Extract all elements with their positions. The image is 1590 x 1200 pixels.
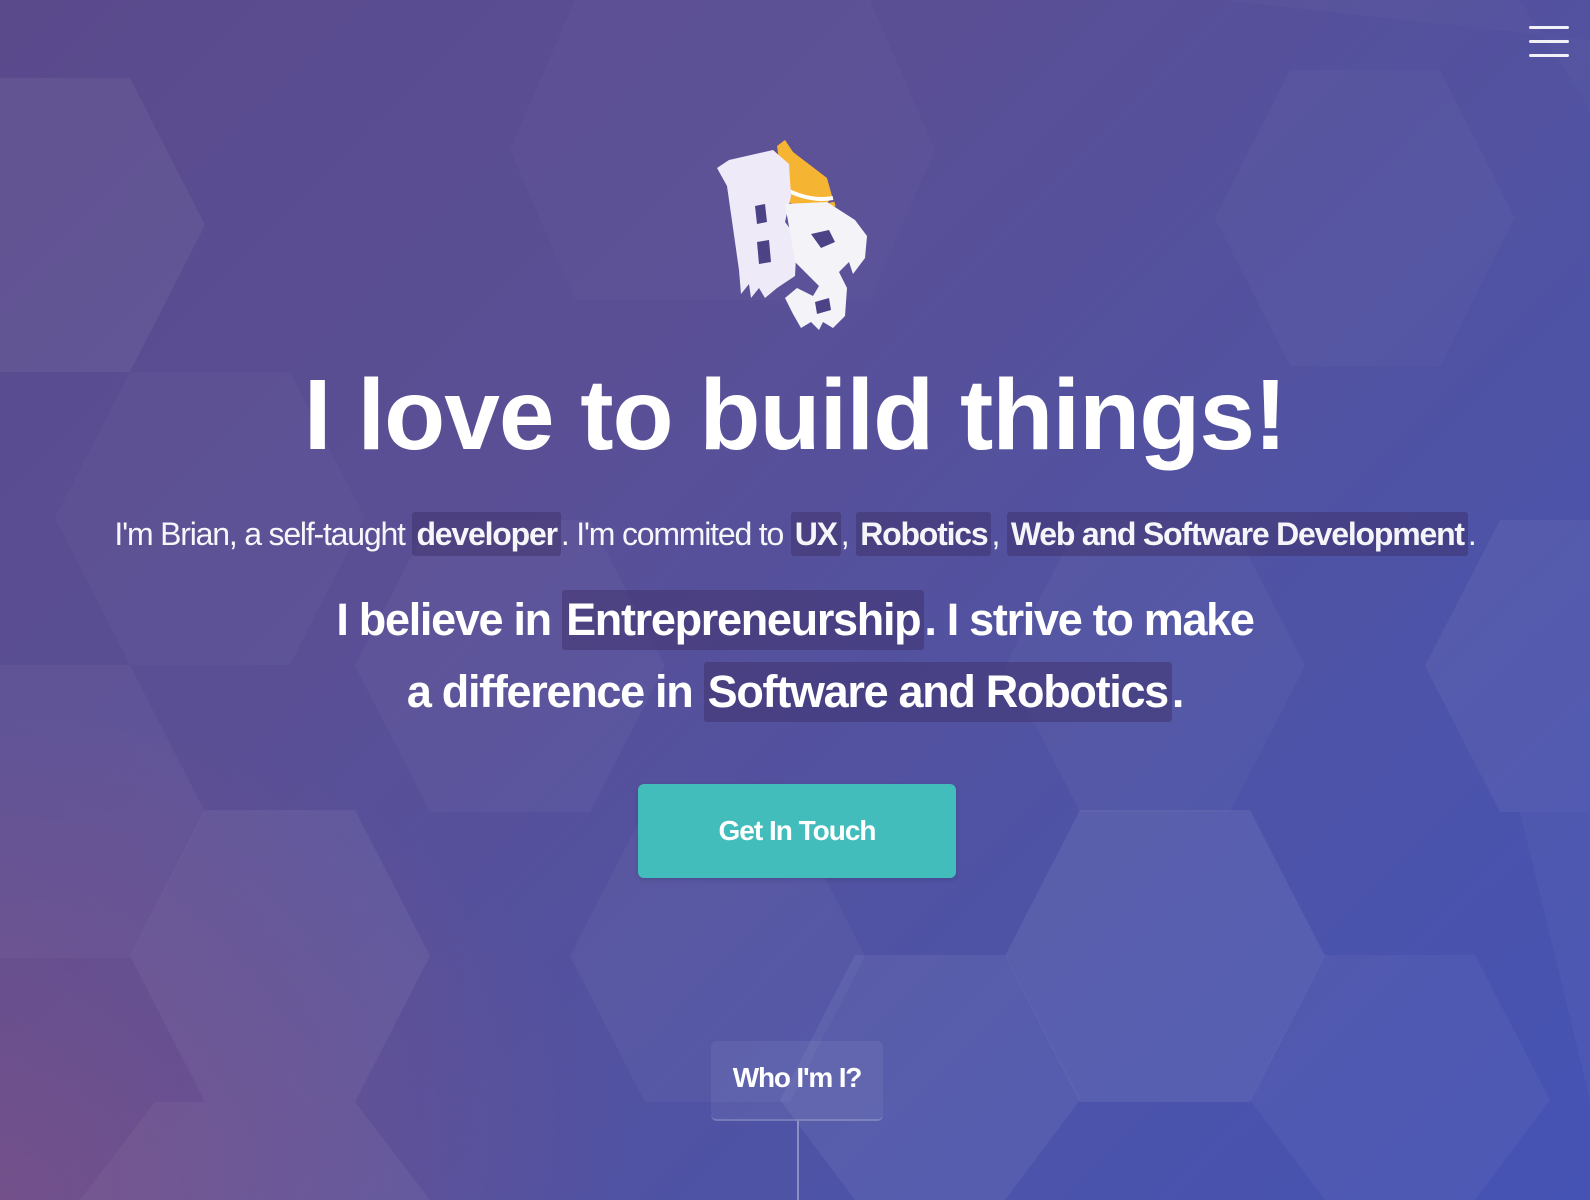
intro-sep-2: ,: [991, 516, 1007, 552]
belief-prefix: I believe in: [336, 594, 563, 645]
hero-headline: I love to build things!: [303, 359, 1287, 471]
belief-mid: . I strive to make: [924, 594, 1255, 645]
intro-mid: . I'm commited to: [560, 516, 791, 552]
belief-suffix: .: [1171, 666, 1185, 717]
hero-belief: I believe in Entrepreneurship. I strive …: [0, 584, 1590, 728]
intro-role-highlight: developer: [412, 512, 561, 556]
who-am-i-button[interactable]: Who I'm I?: [711, 1041, 883, 1121]
belief-line2-prefix: a difference in: [406, 666, 704, 717]
belief-entrepreneurship: Entrepreneurship: [562, 590, 925, 650]
menu-bar-top: [1529, 26, 1569, 29]
hamburger-menu-icon[interactable]: [1529, 24, 1569, 60]
intro-topic-web-software: Web and Software Development: [1006, 512, 1468, 556]
menu-bar-middle: [1529, 40, 1569, 43]
belief-software-robotics: Software and Robotics: [703, 662, 1172, 722]
intro-sep-1: ,: [840, 516, 857, 552]
menu-bar-bottom: [1529, 54, 1569, 57]
get-in-touch-button[interactable]: Get In Touch: [638, 784, 956, 878]
hero-intro: I'm Brian, a self-taught developer. I'm …: [0, 509, 1590, 559]
intro-topic-ux: UX: [790, 512, 841, 556]
intro-prefix: I'm Brian, a self-taught: [114, 516, 413, 552]
intro-suffix: .: [1467, 516, 1477, 552]
intro-topic-robotics: Robotics: [856, 512, 992, 556]
bs-logo-hat-icon[interactable]: [715, 138, 880, 338]
scroll-connector-line: [797, 1121, 799, 1200]
